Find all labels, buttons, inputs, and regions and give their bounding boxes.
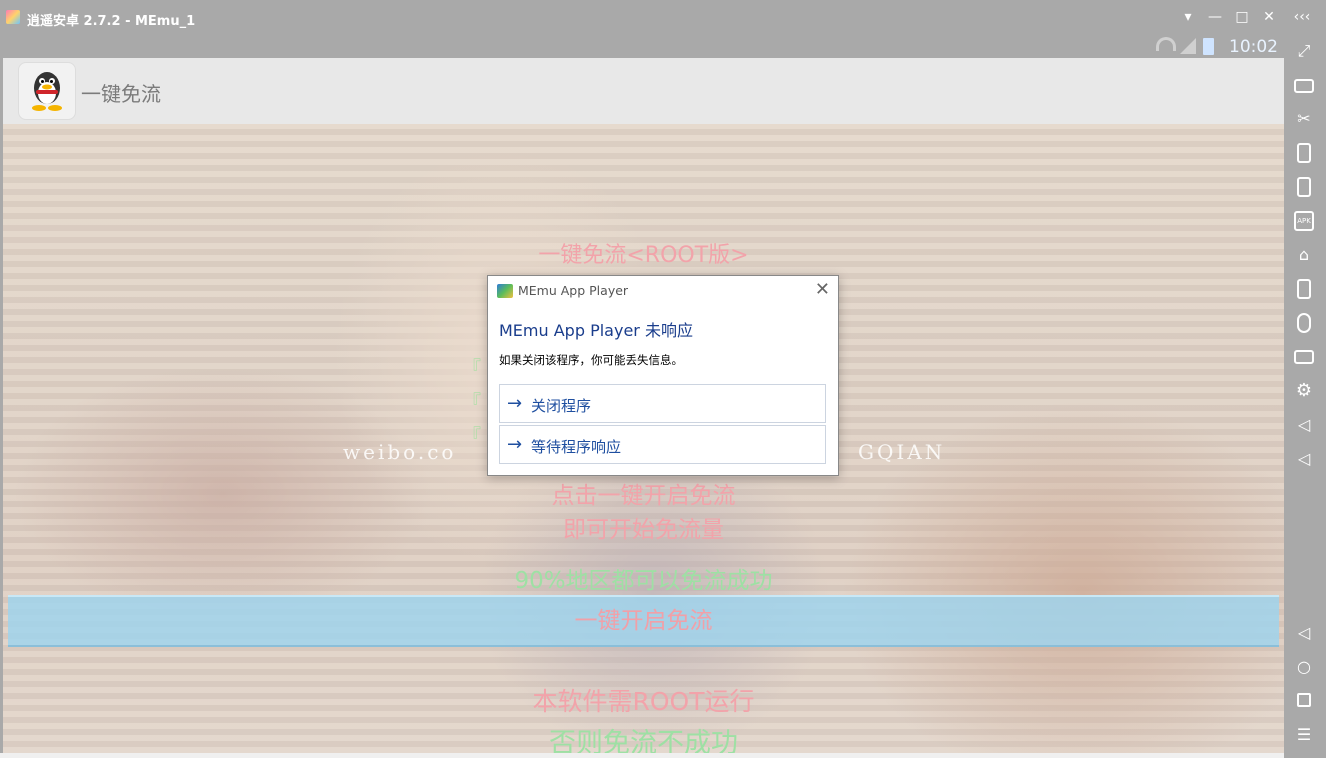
apk-install-icon[interactable]: APK: [1294, 211, 1314, 231]
window-titlebar: 逍遥安卓 2.7.2 - MEmu_1 ▾ — □ ✕ ‹‹‹: [0, 0, 1326, 34]
app-toolbar: 一键免流: [3, 58, 1284, 124]
photo-watermark: GQIAN: [858, 440, 946, 464]
screenshot-icon[interactable]: ✂: [1294, 109, 1314, 129]
close-icon[interactable]: ✕: [1259, 8, 1279, 26]
arrow-right-icon: →: [507, 434, 523, 455]
arrow-right-icon: →: [507, 393, 523, 414]
dialog-heading: MEmu App Player 未响应: [499, 321, 693, 340]
status-time: 10:02: [1229, 37, 1278, 57]
back-icon[interactable]: ◁: [1294, 623, 1314, 643]
window-title: 逍遥安卓 2.7.2 - MEmu_1: [27, 14, 196, 29]
root-note-2: 否则免流不成功: [549, 728, 738, 753]
photo-watermark: weibo.co: [343, 440, 457, 464]
app-title: 一键免流: [81, 82, 161, 106]
not-responding-dialog: MEmu App Player ✕ MEmu App Player 未响应 如果…: [487, 275, 839, 476]
menu-icon[interactable]: ▾: [1178, 8, 1198, 26]
close-program-button[interactable]: → 关闭程序: [499, 384, 826, 423]
volume-down-icon[interactable]: ◁: [1294, 449, 1314, 469]
side-line: 『: [463, 426, 481, 447]
operation-record-icon[interactable]: [1297, 279, 1311, 299]
signal-icon: [1180, 38, 1196, 54]
android-statusbar: 10:02: [3, 34, 1284, 58]
app-headline: 一键免流<ROOT版>: [538, 243, 749, 268]
success-note: 90%地区都可以免流成功: [514, 568, 773, 594]
bottom-strip: [0, 753, 1284, 758]
minimize-icon[interactable]: —: [1205, 8, 1225, 26]
memu-logo-icon: [6, 10, 20, 24]
instruction-line-2: 即可开始免流量: [563, 517, 724, 543]
dialog-close-icon[interactable]: ✕: [815, 279, 830, 300]
maximize-icon[interactable]: □: [1232, 8, 1252, 26]
rotate-icon[interactable]: [1297, 177, 1311, 197]
shared-folder-icon[interactable]: ⌂: [1294, 245, 1314, 265]
root-note-1: 本软件需ROOT运行: [532, 687, 755, 716]
option-label: 关闭程序: [531, 397, 592, 415]
wifi-icon: [1156, 37, 1176, 51]
recent-apps-icon[interactable]: [1297, 693, 1311, 707]
option-label: 等待程序响应: [531, 438, 622, 456]
side-line: 『: [463, 358, 481, 379]
emulator-sidebar: ⤢ ✂ APK ⌂ ⚙ ◁ ◁ ◁ ○ ☰: [1284, 34, 1326, 758]
penguin-icon: [18, 62, 76, 120]
menu-list-icon[interactable]: ☰: [1294, 725, 1314, 745]
keyboard-icon[interactable]: [1294, 79, 1314, 93]
settings-icon[interactable]: ⚙: [1294, 381, 1314, 401]
side-line: 『: [463, 392, 481, 413]
dialog-message: 如果关闭该程序，你可能丢失信息。: [499, 353, 683, 367]
volume-up-icon[interactable]: ◁: [1294, 415, 1314, 435]
memu-app-icon: [497, 284, 513, 298]
battery-icon: [1203, 38, 1214, 55]
instruction-line-1: 点击一键开启免流: [551, 483, 736, 509]
home-icon[interactable]: ○: [1294, 657, 1314, 677]
camera-icon[interactable]: [1294, 350, 1314, 364]
shake-icon[interactable]: [1297, 143, 1311, 163]
fullscreen-icon[interactable]: ⤢: [1294, 41, 1314, 61]
collapse-icon[interactable]: ‹‹‹: [1292, 8, 1312, 26]
start-free-traffic-button[interactable]: 一键开启免流: [8, 595, 1279, 647]
mouse-icon[interactable]: [1297, 313, 1311, 333]
wait-program-button[interactable]: → 等待程序响应: [499, 425, 826, 464]
dialog-caption: MEmu App Player: [518, 283, 629, 298]
